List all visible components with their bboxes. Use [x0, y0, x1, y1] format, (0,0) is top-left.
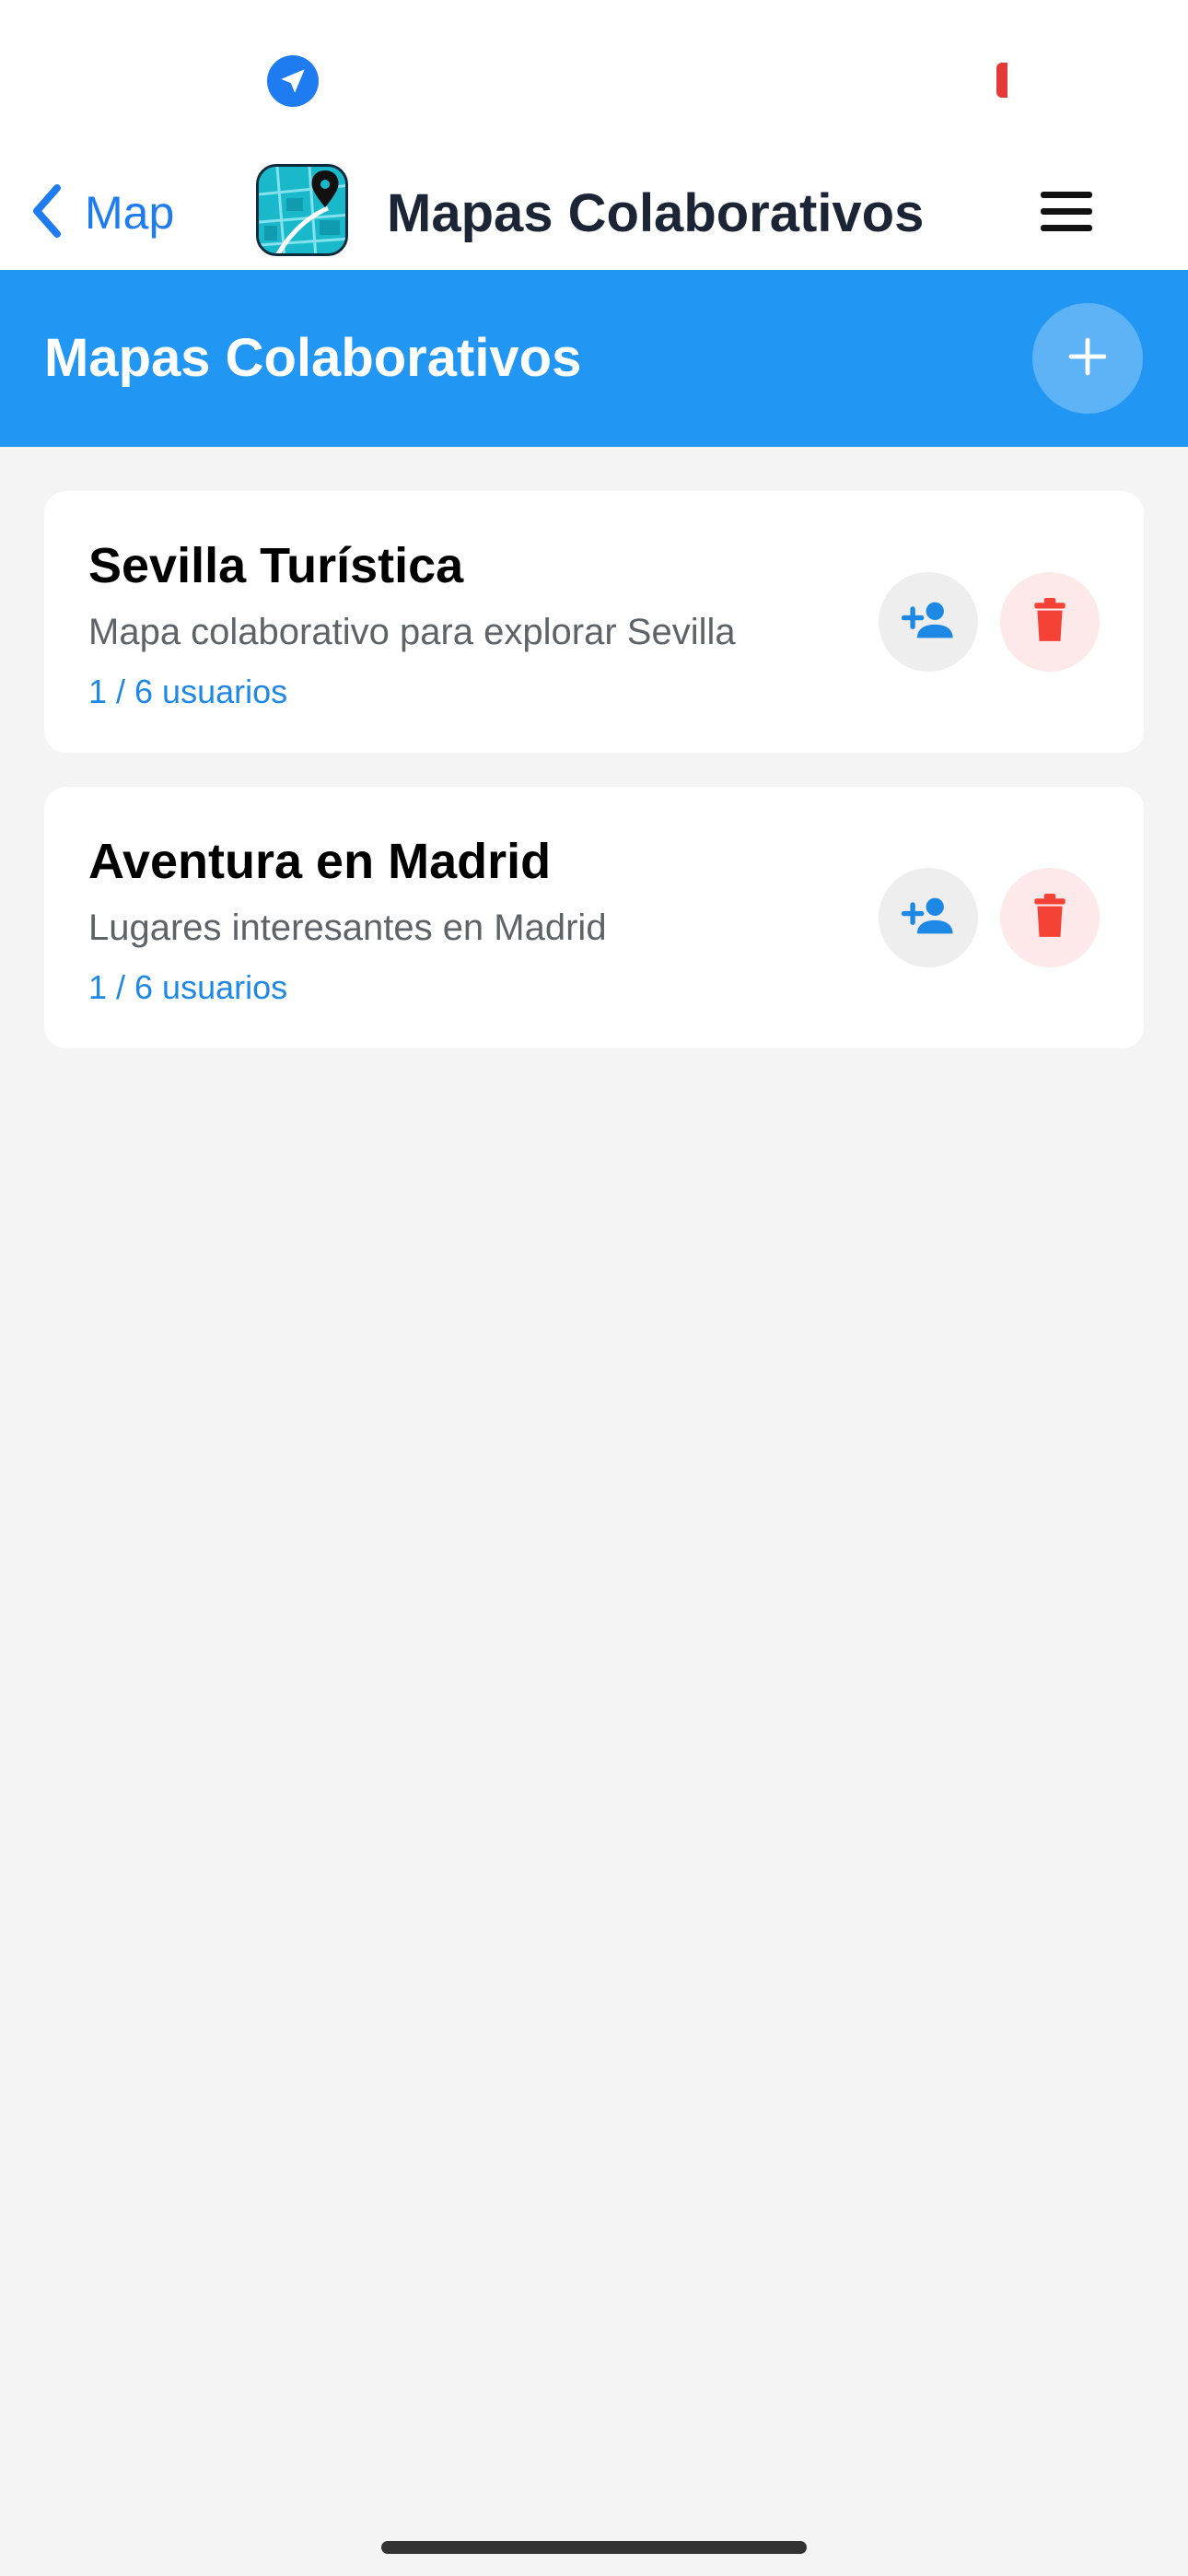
collaborative-maps-screen: Map Mapas Colaborativos Mapas Colaborati… — [0, 0, 1188, 2576]
menu-line — [1041, 191, 1092, 198]
map-pin-app-icon — [256, 164, 348, 256]
map-title: Aventura en Madrid — [88, 834, 552, 889]
plus-icon — [1066, 334, 1110, 383]
menu-line — [1041, 207, 1092, 215]
menu-line — [1041, 224, 1092, 231]
header-title: Mapas Colaborativos — [44, 328, 582, 388]
add-map-button[interactable] — [1032, 303, 1143, 414]
hamburger-menu-icon[interactable] — [1041, 182, 1098, 240]
invite-user-button[interactable] — [879, 868, 978, 967]
back-label: Map — [85, 187, 175, 239]
invite-user-button[interactable] — [879, 572, 978, 672]
delete-map-button[interactable] — [1000, 572, 1100, 672]
navigation-bar: Map Mapas Colaborativos — [0, 157, 1188, 270]
map-user-count: 1 / 6 usuarios — [88, 968, 288, 1006]
map-description: Mapa colaborativo para explorar Sevilla — [88, 612, 736, 652]
trash-icon — [1029, 893, 1071, 943]
map-user-count: 1 / 6 usuarios — [88, 673, 288, 710]
map-title: Sevilla Turística — [88, 538, 464, 593]
person-add-icon — [901, 593, 955, 651]
trash-icon — [1029, 597, 1071, 648]
status-bar — [0, 0, 1188, 157]
section-header: Mapas Colaborativos — [0, 270, 1188, 447]
home-indicator[interactable] — [381, 2541, 807, 2554]
delete-map-button[interactable] — [1000, 868, 1100, 967]
map-description: Lugares interesantes en Madrid — [88, 907, 607, 948]
map-card[interactable]: Sevilla Turística Mapa colaborativo para… — [44, 491, 1144, 753]
recording-indicator — [996, 63, 1007, 98]
map-card[interactable]: Aventura en Madrid Lugares interesantes … — [44, 787, 1144, 1048]
map-list: Sevilla Turística Mapa colaborativo para… — [44, 491, 1144, 1083]
person-add-icon — [901, 889, 955, 947]
nav-title: Mapas Colaborativos — [387, 183, 925, 243]
chevron-left-icon — [31, 183, 63, 242]
location-arrow-icon — [267, 55, 319, 107]
back-button[interactable]: Map — [31, 177, 174, 249]
